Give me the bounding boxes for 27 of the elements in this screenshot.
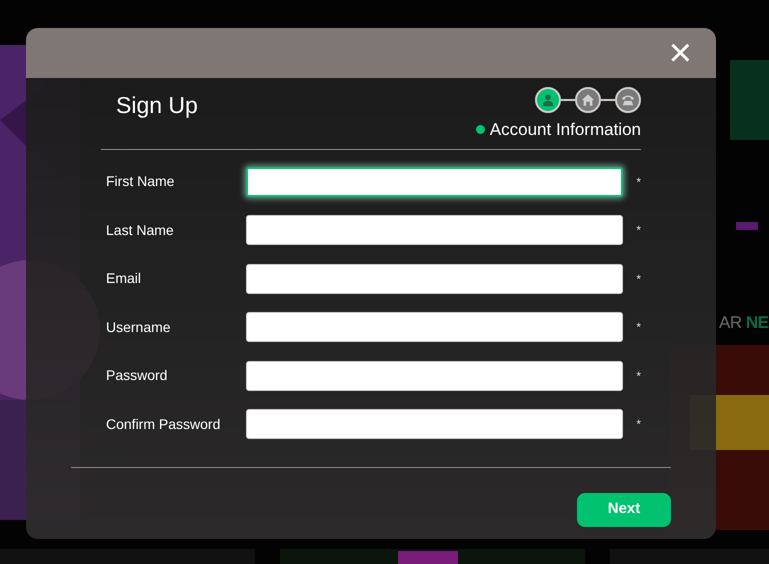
field-label: Email xyxy=(105,269,142,288)
field-label: First Name xyxy=(105,172,176,192)
required-mark: * xyxy=(636,368,641,385)
required-mark: * xyxy=(636,270,641,288)
field-label: Last Name xyxy=(105,220,175,240)
input-field[interactable] xyxy=(246,166,624,197)
step-label: Account Information xyxy=(490,119,641,141)
close-button[interactable]: × xyxy=(666,33,694,73)
phone-icon xyxy=(621,93,635,107)
next-button[interactable]: Next xyxy=(577,492,671,526)
dialog-title: Sign Up xyxy=(116,91,198,120)
input-field[interactable] xyxy=(246,312,624,342)
required-mark: * xyxy=(636,319,641,336)
status-dot xyxy=(476,125,485,134)
field-label: Password xyxy=(105,366,168,386)
required-mark: * xyxy=(636,222,641,240)
field-label: Confirm Password xyxy=(105,414,222,434)
input-field[interactable] xyxy=(246,360,624,391)
person-icon xyxy=(541,93,555,107)
field-label: Username xyxy=(105,318,172,337)
required-mark: * xyxy=(636,174,641,191)
required-mark: * xyxy=(636,416,641,434)
input-field[interactable] xyxy=(246,215,624,246)
house-icon xyxy=(581,93,595,107)
section-heading: AR NE xyxy=(719,312,768,334)
input-field[interactable] xyxy=(246,409,624,440)
input-field[interactable] xyxy=(246,264,624,294)
